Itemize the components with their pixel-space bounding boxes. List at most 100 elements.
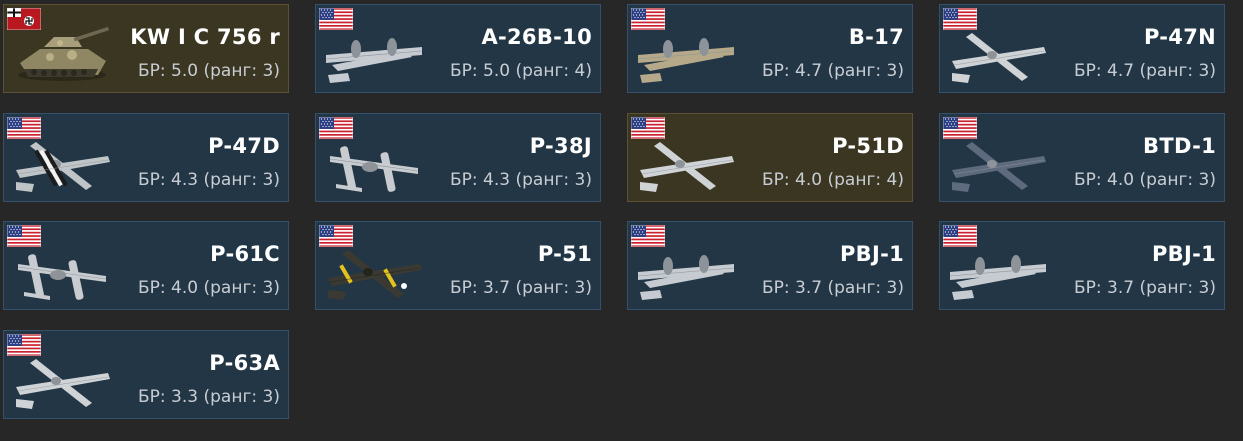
vehicle-card[interactable]: KW I C 756 r БР: 5.0 (ранг: 3) [3,4,289,93]
usa-flag-icon [630,224,666,248]
rank-prefix: (ранг: [510,61,575,81]
vehicle-card[interactable]: P-47N БР: 4.7 (ранг: 3) [939,4,1225,93]
vehicle-name: P-61C [210,242,280,266]
br-value: 3.7 [1107,278,1135,298]
aircraft-icon [634,134,738,194]
battle-rating: БР: 3.7 (ранг: 3) [762,278,904,298]
br-prefix: БР: [762,170,796,190]
usa-flag-icon [6,116,42,140]
vehicle-card[interactable]: PBJ-1 БР: 3.7 (ранг: 3) [627,221,913,310]
tank-icon [10,25,114,85]
vehicle-card[interactable]: A-26B-10 БР: 5.0 (ранг: 4) [315,4,601,93]
vehicle-name: B-17 [848,25,904,49]
br-value: 4.3 [483,170,511,190]
battle-rating: БР: 5.0 (ранг: 3) [138,61,280,81]
usa-flag-icon [318,116,354,140]
vehicle-name: KW I C 756 r [130,25,280,49]
vehicle-card[interactable]: P-38J БР: 4.3 (ранг: 3) [315,113,601,202]
battle-rating: БР: 5.0 (ранг: 4) [450,61,592,81]
vehicle-card[interactable]: B-17 БР: 4.7 (ранг: 3) [627,4,913,93]
rank-value: 3 [262,61,274,81]
vehicle-card[interactable]: P-51D БР: 4.0 (ранг: 4) [627,113,913,202]
vehicle-name: P-47N [1143,25,1216,49]
battle-rating: БР: 4.0 (ранг: 4) [762,170,904,190]
vehicle-name: BTD-1 [1143,134,1216,158]
battle-rating: БР: 3.7 (ранг: 3) [450,278,592,298]
vehicle-name: P-51 [537,242,592,266]
rank-value: 3 [886,61,898,81]
br-value: 5.0 [171,61,199,81]
br-prefix: БР: [1074,278,1108,298]
rank-prefix: (ранг: [198,61,263,81]
vehicle-name: P-51D [832,134,904,158]
br-value: 4.0 [795,170,823,190]
usa-flag-icon [942,116,978,140]
vehicle-card[interactable]: BTD-1 БР: 4.0 (ранг: 3) [939,113,1225,202]
aircraft-icon [634,25,738,85]
vehicle-grid: KW I C 756 r БР: 5.0 (ранг: 3) A-26B-10 БР… [0,0,1243,441]
br-prefix: БР: [138,61,172,81]
br-prefix: БР: [138,387,172,407]
rank-prefix: (ранг: [510,278,575,298]
rank-prefix: (ранг: [822,278,887,298]
rank-prefix: (ранг: [198,387,263,407]
battle-rating: БР: 4.0 (ранг: 3) [1074,170,1216,190]
usa-flag-icon [942,224,978,248]
aircraft-icon [10,134,114,194]
rank-suffix: ) [273,278,280,298]
br-prefix: БР: [138,170,172,190]
aircraft-icon [322,25,426,85]
br-prefix: БР: [450,170,484,190]
rank-value: 4 [886,170,898,190]
rank-value: 4 [574,61,586,81]
battle-rating: БР: 4.7 (ранг: 3) [762,61,904,81]
rank-suffix: ) [273,387,280,407]
usa-flag-icon [630,7,666,31]
br-prefix: БР: [138,278,172,298]
br-prefix: БР: [450,61,484,81]
br-value: 3.7 [795,278,823,298]
rank-suffix: ) [1209,61,1216,81]
rank-value: 3 [262,170,274,190]
br-prefix: БР: [1074,61,1108,81]
rank-suffix: ) [585,278,592,298]
vehicle-name: P-38J [529,134,592,158]
aircraft-icon [10,351,114,411]
br-value: 4.3 [171,170,199,190]
rank-prefix: (ранг: [822,170,887,190]
vehicle-card[interactable]: P-61C БР: 4.0 (ранг: 3) [3,221,289,310]
br-value: 5.0 [483,61,511,81]
rank-prefix: (ранг: [1134,278,1199,298]
usa-flag-icon [318,224,354,248]
vehicle-name: PBJ-1 [1151,242,1216,266]
rank-suffix: ) [897,170,904,190]
rank-prefix: (ранг: [1134,170,1199,190]
battle-rating: БР: 3.3 (ранг: 3) [138,387,280,407]
rank-suffix: ) [1209,170,1216,190]
vehicle-card[interactable]: P-51 БР: 3.7 (ранг: 3) [315,221,601,310]
br-value: 3.3 [171,387,199,407]
vehicle-card[interactable]: P-47D БР: 4.3 (ранг: 3) [3,113,289,202]
usa-flag-icon [6,333,42,357]
vehicle-name: P-47D [208,134,280,158]
usa-flag-icon [942,7,978,31]
aircraft-icon [634,242,738,302]
rank-suffix: ) [585,61,592,81]
vehicle-card[interactable]: P-63A БР: 3.3 (ранг: 3) [3,330,289,419]
rank-prefix: (ранг: [510,170,575,190]
rank-prefix: (ранг: [198,278,263,298]
rank-value: 3 [262,278,274,298]
br-value: 4.0 [171,278,199,298]
vehicle-name: A-26B-10 [481,25,592,49]
rank-suffix: ) [273,170,280,190]
aircraft-icon [946,25,1050,85]
br-prefix: БР: [762,278,796,298]
rank-suffix: ) [1209,278,1216,298]
battle-rating: БР: 4.3 (ранг: 3) [450,170,592,190]
usa-flag-icon [630,116,666,140]
vehicle-name: PBJ-1 [839,242,904,266]
vehicle-card[interactable]: PBJ-1 БР: 3.7 (ранг: 3) [939,221,1225,310]
germany-flag-icon [6,7,42,31]
aircraft-icon [322,242,426,302]
aircraft-icon [946,242,1050,302]
